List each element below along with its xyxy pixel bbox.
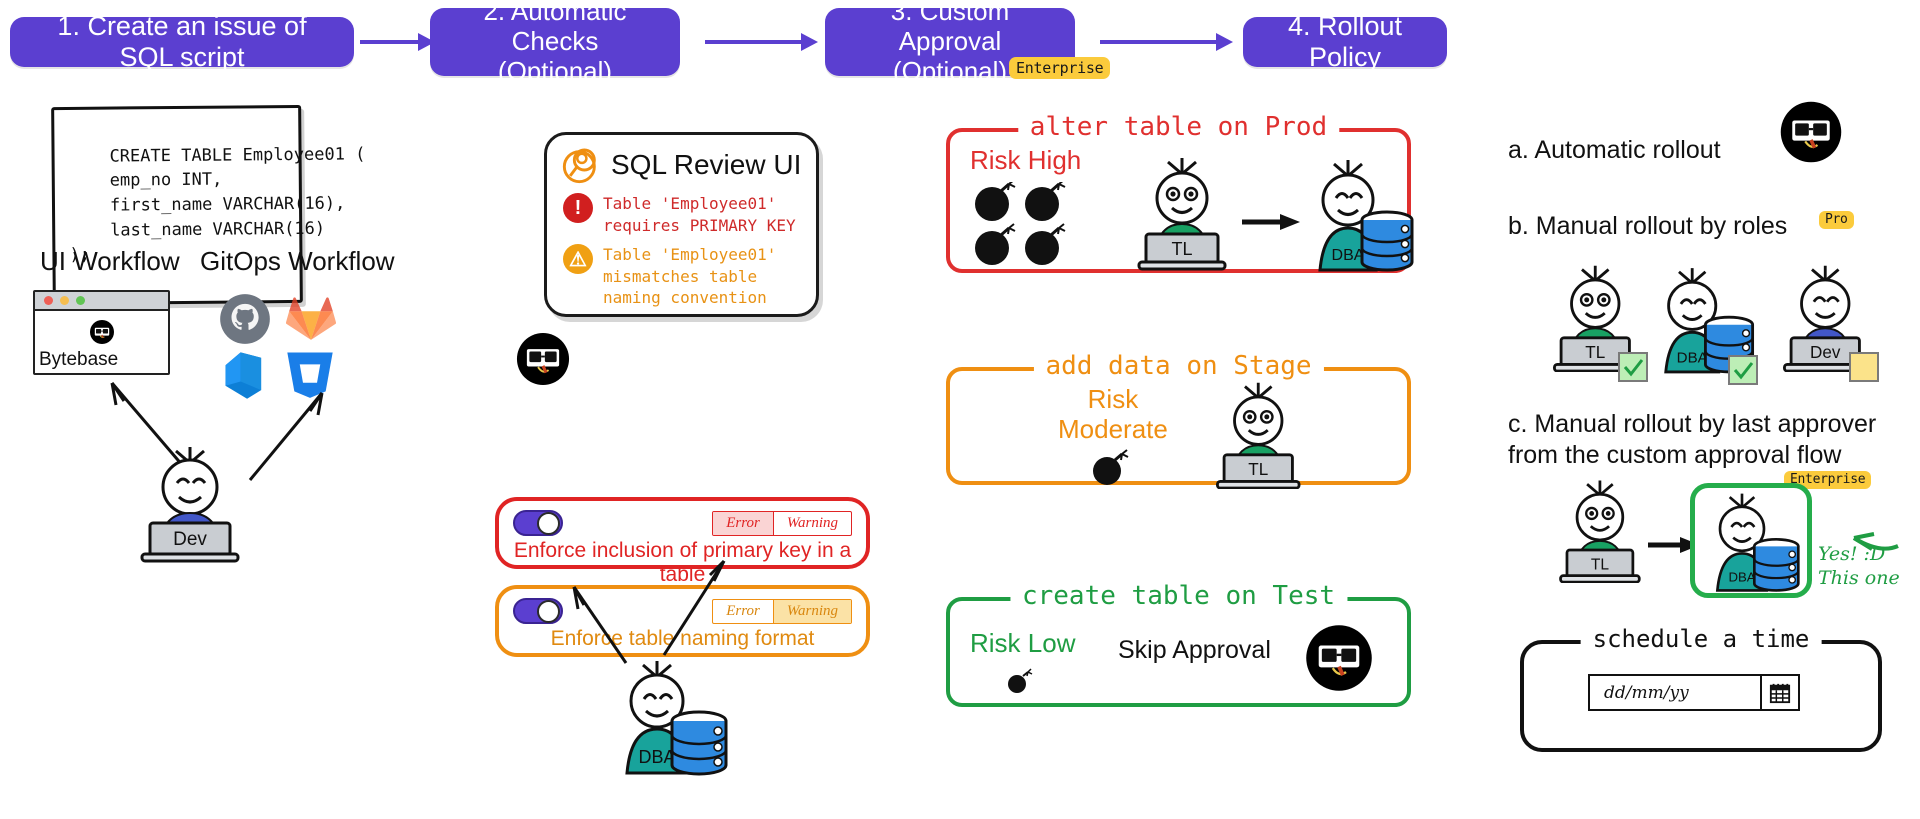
flow-arrow-2	[705, 40, 805, 44]
tl-person-high: TL	[1137, 158, 1227, 271]
dba-to-rules-arrows	[572, 559, 726, 664]
flow-arrow-3	[1100, 40, 1220, 44]
flow-step-2[interactable]: 2. Automatic Checks (Optional)	[430, 0, 680, 86]
bomb-single-moderate	[1093, 449, 1129, 485]
flow-arrow-1	[360, 40, 422, 44]
rollout-option-c-label-line1: c. Manual rollout by last approver	[1508, 410, 1877, 438]
window-close-dot[interactable]	[44, 296, 53, 305]
flow-step-4-label: 4. Rollout Policy	[1287, 10, 1403, 72]
flow-step-2-label-line2: (Optional)	[497, 55, 613, 86]
schedule-panel-title: schedule a time	[1580, 625, 1822, 653]
rollout-option-b-badge: Pro	[1819, 211, 1854, 229]
risk-panel-high-title: alter table on Prod	[1017, 112, 1340, 142]
blank-mark-dev	[1849, 352, 1879, 382]
rule-primary-key-toggle[interactable]	[513, 510, 563, 536]
ui-workflow-heading: UI Workflow	[40, 246, 180, 276]
skip-approval-label: Skip Approval	[1118, 636, 1271, 664]
toggle-knob	[537, 512, 560, 535]
flow-step-3-badge: Enterprise	[1009, 57, 1111, 79]
toggle-knob	[537, 600, 560, 623]
risk-panel-high: alter table on Prod Risk High TL DBA	[946, 112, 1414, 273]
dev-person: Dev	[140, 447, 240, 563]
sql-review-title: SQL Review UI	[611, 149, 802, 180]
bytebase-avatar-option-a	[1780, 101, 1842, 163]
browser-label: Bytebase Console	[39, 349, 119, 373]
svg-text:DBA: DBA	[1677, 349, 1709, 366]
risk-panel-high-label: Risk High	[970, 145, 1082, 175]
severity-error-option[interactable]: Error	[713, 511, 773, 535]
window-maximize-dot[interactable]	[76, 296, 85, 305]
diagram-canvas: 1. Create an issue of SQL script 2. Auto…	[0, 0, 1920, 819]
approval-arrow-high	[1242, 214, 1300, 230]
sql-review-card: SQL Review UI ! Table 'Employee01' requi…	[544, 132, 819, 317]
risk-panel-moderate: add data on Stage Risk Moderate TL	[946, 351, 1411, 489]
bytebase-avatar-icon	[89, 320, 114, 344]
risk-panel-low-title: create table on Test	[1009, 581, 1348, 611]
gitops-workflow-heading: GitOps Workflow	[200, 246, 395, 276]
bomb-group-high	[975, 182, 1066, 265]
magnifier-icon	[562, 148, 596, 184]
tl-person-option-c: TL	[1559, 480, 1641, 583]
bytebase-avatar-col2	[516, 332, 570, 386]
review-message-warning: Table 'Employee01' mismatches table nami…	[603, 245, 777, 308]
check-mark-dba	[1728, 355, 1758, 385]
flow-step-2-label-line1: 2. Automatic Checks	[483, 0, 627, 57]
window-minimize-dot[interactable]	[60, 296, 69, 305]
svg-text:DBA: DBA	[638, 747, 675, 767]
flow-step-3-label-line2: (Optional)	[892, 55, 1008, 86]
flow-step-1[interactable]: 1. Create an issue of SQL script	[10, 11, 354, 72]
severity-warning-option[interactable]: Warning	[772, 511, 851, 535]
review-message-error: Table 'Employee01' requires PRIMARY KEY	[603, 194, 796, 235]
svg-text:TL: TL	[1591, 556, 1609, 573]
rule-primary-key-severity-control[interactable]: Error Warning	[712, 510, 852, 536]
rollout-option-a-label: a. Automatic rollout	[1508, 136, 1721, 164]
dba-person-option-c: DBA	[1715, 493, 1800, 592]
annotation-text-line2: This one	[1818, 567, 1900, 589]
svg-text:TL: TL	[1585, 343, 1605, 362]
browser-titlebar	[35, 292, 168, 311]
rule-table-naming-toggle[interactable]	[513, 598, 563, 624]
gitlab-icon[interactable]	[285, 292, 337, 342]
svg-text:Dev: Dev	[1810, 343, 1841, 362]
bytebase-avatar-low	[1306, 625, 1372, 691]
svg-text:Dev: Dev	[173, 529, 207, 550]
flow-step-1-label: 1. Create an issue of SQL script	[57, 10, 307, 72]
flow-step-3-label-line1: 3. Custom Approval	[890, 0, 1010, 57]
exclamation-circle-icon: !	[563, 193, 593, 223]
svg-text:DBA: DBA	[1728, 570, 1755, 585]
risk-panel-low-label: Risk Low	[970, 628, 1076, 658]
bomb-single-low	[1008, 668, 1033, 693]
check-mark-tl	[1618, 352, 1648, 382]
tl-person-moderate: TL	[1216, 382, 1301, 489]
schedule-date-value: dd/mm/yy	[1604, 682, 1689, 703]
schedule-date-input[interactable]: dd/mm/yy	[1588, 674, 1800, 711]
bytebase-console-window[interactable]: Bytebase Console	[33, 290, 170, 375]
annotation-text-line1: Yes! :D	[1818, 543, 1886, 565]
calendar-icon[interactable]	[1760, 676, 1798, 709]
svg-text:TL: TL	[1248, 460, 1268, 479]
browser-content: Bytebase Console	[35, 311, 168, 373]
flow-arrow-2-head	[801, 33, 818, 51]
schedule-panel: schedule a time dd/mm/yy	[1520, 625, 1882, 752]
flow-arrow-3-head	[1216, 33, 1233, 51]
risk-panel-moderate-label: Risk Moderate	[1058, 384, 1168, 444]
dba-person-high: DBA	[1318, 160, 1414, 272]
risk-panel-low: create table on Test Risk Low Skip Appro…	[946, 581, 1411, 707]
dba-person-col2: DBA	[625, 661, 728, 776]
github-icon[interactable]	[218, 292, 272, 346]
warning-triangle-icon: ⚠	[563, 244, 593, 275]
rollout-option-c-label-line2: from the custom approval flow	[1508, 441, 1842, 469]
rollout-option-b-label: b. Manual rollout by roles	[1508, 212, 1788, 240]
svg-text:TL: TL	[1171, 239, 1192, 259]
flow-step-4[interactable]: 4. Rollout Policy	[1243, 11, 1447, 72]
svg-text:DBA: DBA	[1332, 247, 1365, 264]
